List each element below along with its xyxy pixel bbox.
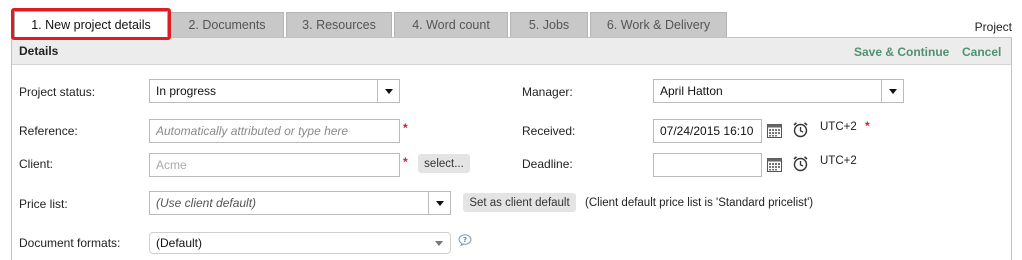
project-status-select[interactable]: In progress	[149, 79, 400, 103]
tab-bar: 1. New project details 2. Documents 3. R…	[0, 0, 1022, 40]
manager-select[interactable]: April Hatton	[653, 79, 904, 103]
section-title: Details	[19, 44, 59, 58]
help-icon[interactable]: ?	[458, 234, 472, 249]
set-client-default-button[interactable]: Set as client default	[463, 193, 576, 212]
tab-documents[interactable]: 2. Documents	[170, 12, 284, 37]
cancel-button[interactable]: Cancel	[962, 45, 1001, 59]
manager-label: Manager:	[522, 85, 573, 99]
tab-work-delivery[interactable]: 6. Work & Delivery	[590, 12, 727, 37]
received-input[interactable]: 07/24/2015 16:10	[653, 119, 762, 143]
deadline-input[interactable]	[653, 153, 762, 177]
project-status-value: In progress	[156, 84, 217, 98]
client-select-button[interactable]: select...	[418, 154, 470, 173]
save-continue-button[interactable]: Save & Continue	[854, 45, 949, 59]
deadline-timezone: UTC+2	[820, 155, 857, 167]
svg-text:?: ?	[463, 236, 467, 244]
panel-header: Details Save & Continue Cancel	[12, 38, 1011, 65]
tab-label: 5. Jobs	[528, 18, 570, 32]
tab-word-count[interactable]: 4. Word count	[394, 12, 508, 37]
project-status-label: Project status:	[19, 85, 96, 99]
reference-input[interactable]: Automatically attributed or type here	[149, 119, 400, 143]
reference-label: Reference:	[19, 124, 78, 138]
chevron-down-icon	[428, 192, 450, 214]
document-formats-value: (Default)	[156, 236, 203, 250]
tab-label: 4. Word count	[412, 18, 490, 32]
tab-label: 2. Documents	[188, 18, 266, 32]
tab-label: 3. Resources	[302, 18, 376, 32]
price-list-note: (Client default price list is 'Standard …	[585, 197, 814, 209]
calendar-icon[interactable]	[767, 123, 782, 141]
received-value: 07/24/2015 16:10	[660, 124, 754, 138]
details-panel: Details Save & Continue Cancel	[11, 37, 1012, 260]
reference-required-marker: *	[403, 121, 408, 135]
deadline-label: Deadline:	[522, 157, 573, 171]
received-required-marker: *	[865, 119, 870, 133]
tab-label: 1. New project details	[31, 18, 151, 32]
manager-value: April Hatton	[660, 84, 723, 98]
chevron-down-icon	[428, 233, 450, 253]
chevron-down-icon	[881, 80, 903, 102]
client-label: Client:	[19, 157, 54, 171]
reference-placeholder: Automatically attributed or type here	[156, 124, 349, 138]
tab-jobs[interactable]: 5. Jobs	[510, 12, 588, 37]
chevron-down-icon	[377, 80, 399, 102]
client-input[interactable]: Acme	[149, 153, 400, 177]
client-placeholder: Acme	[156, 158, 187, 172]
price-list-select[interactable]: (Use client default)	[149, 191, 451, 215]
project-label: Project	[974, 20, 1012, 34]
price-list-value: (Use client default)	[156, 196, 257, 210]
alarm-clock-icon[interactable]	[792, 155, 809, 175]
received-timezone: UTC+2	[820, 121, 857, 133]
tab-label: 6. Work & Delivery	[606, 18, 711, 32]
client-required-marker: *	[403, 155, 408, 169]
received-label: Received:	[522, 124, 576, 138]
tab-resources[interactable]: 3. Resources	[286, 12, 392, 37]
alarm-clock-icon[interactable]	[792, 121, 809, 141]
document-formats-label: Document formats:	[19, 236, 121, 250]
price-list-label: Price list:	[19, 197, 68, 211]
calendar-icon[interactable]	[767, 157, 782, 175]
tab-new-project-details[interactable]: 1. New project details	[14, 11, 168, 38]
document-formats-select[interactable]: (Default)	[149, 232, 451, 254]
